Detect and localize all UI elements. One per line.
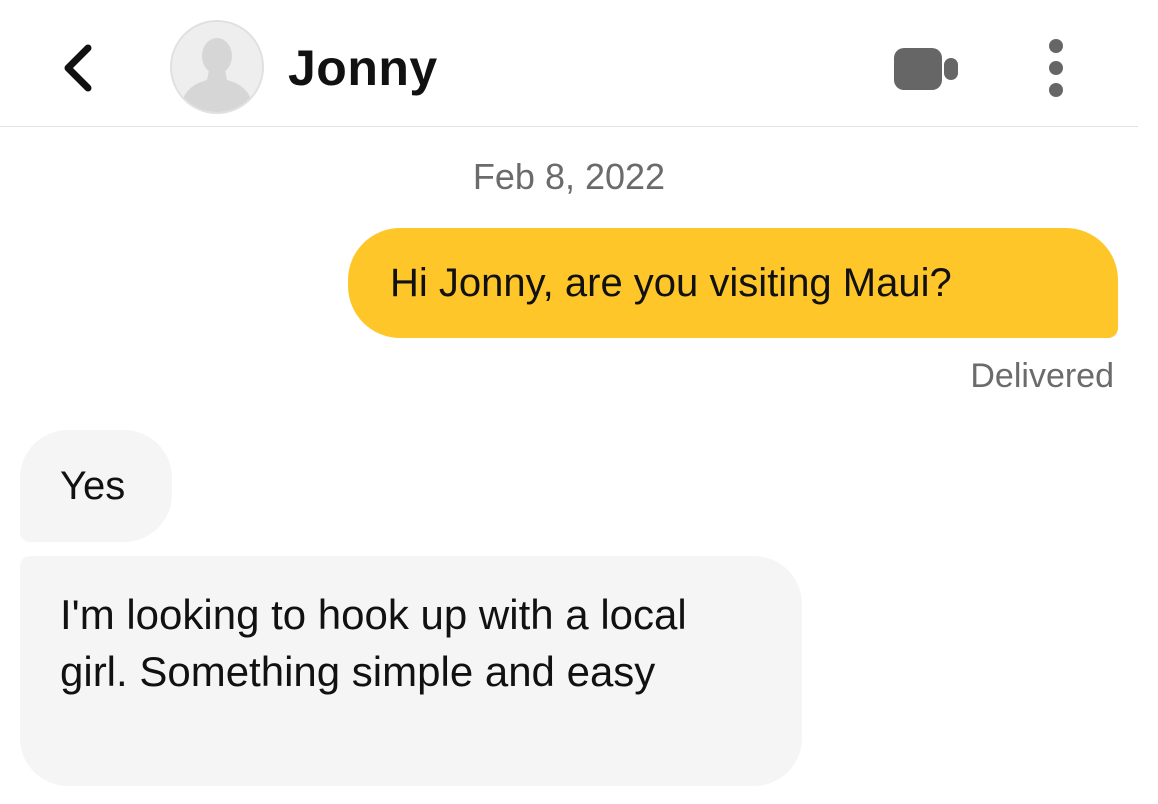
incoming-message-bubble[interactable]: Yes — [20, 430, 172, 542]
chat-header: Jonny — [0, 0, 1138, 127]
default-user-avatar-icon — [172, 22, 262, 112]
chat-screen: Jonny Feb 8, 2022 Hi Jonny, are you visi… — [0, 0, 1158, 804]
incoming-message-bubble[interactable]: I'm looking to hook up with a local girl… — [20, 556, 802, 786]
video-camera-icon — [894, 48, 958, 90]
message-text: Hi Jonny, are you visiting Maui? — [390, 261, 952, 305]
avatar[interactable] — [170, 20, 264, 114]
contact-name[interactable]: Jonny — [288, 38, 438, 98]
video-call-button[interactable] — [888, 44, 964, 94]
message-text: I'm looking to hook up with a local girl… — [60, 591, 687, 695]
outgoing-message-bubble[interactable]: Hi Jonny, are you visiting Maui? — [348, 228, 1118, 338]
date-separator: Feb 8, 2022 — [472, 156, 666, 197]
more-vertical-icon — [1049, 39, 1063, 97]
delivery-status: Delivered — [970, 357, 1114, 395]
chevron-left-icon — [64, 44, 92, 92]
back-button[interactable] — [52, 38, 106, 98]
more-options-button[interactable] — [1036, 36, 1076, 102]
message-text: Yes — [60, 464, 126, 508]
